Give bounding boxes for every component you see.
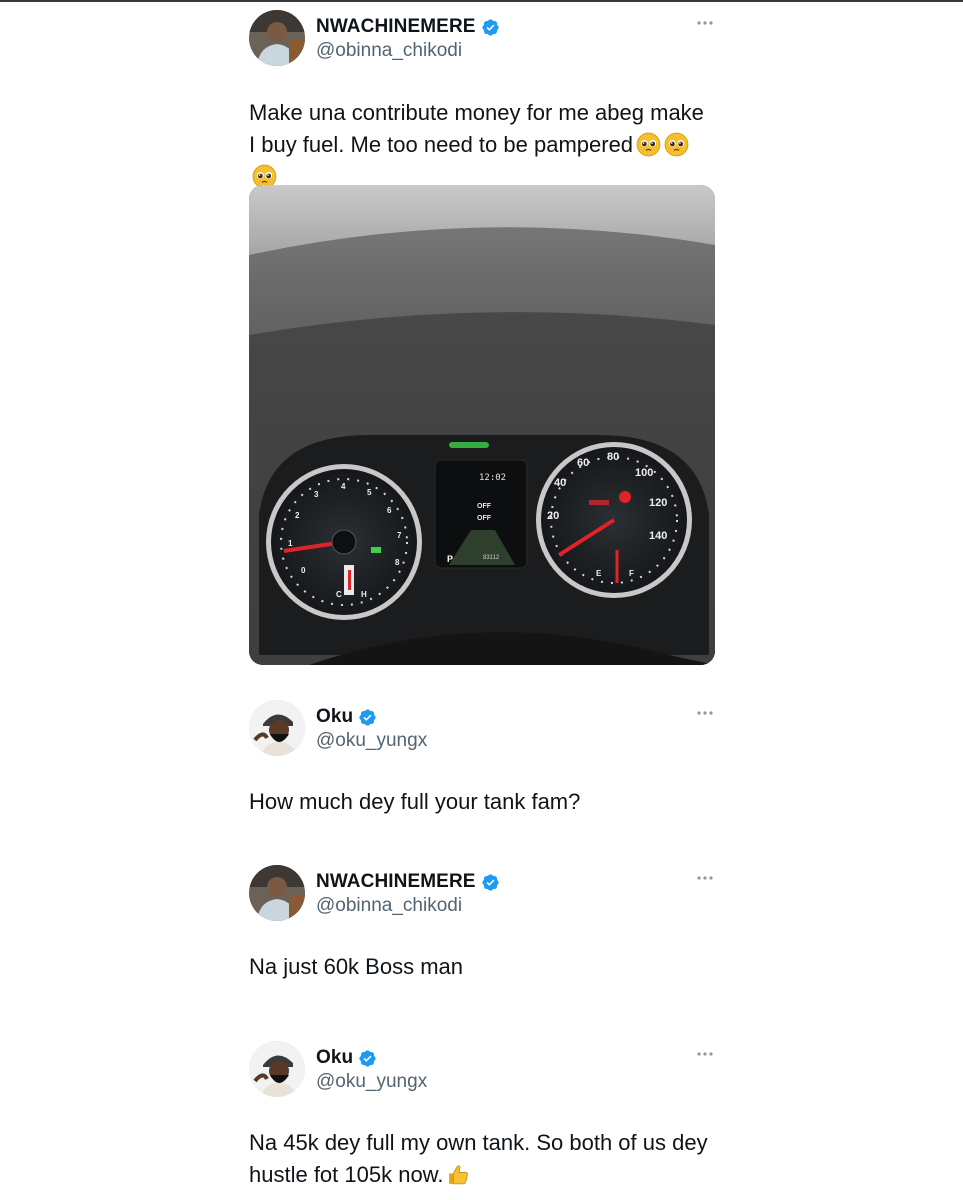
fuel-label: E bbox=[596, 569, 602, 578]
author-name[interactable]: Oku bbox=[316, 1047, 353, 1069]
status-line: OFF bbox=[477, 503, 491, 510]
author-handle[interactable]: @obinna_chikodi bbox=[316, 40, 462, 62]
temp-label: C bbox=[336, 590, 342, 599]
speed-label: 140 bbox=[649, 530, 668, 542]
author-name[interactable]: Oku bbox=[316, 706, 353, 728]
speed-label: 120 bbox=[649, 497, 668, 509]
speed-label: 80 bbox=[607, 451, 620, 463]
speed-label: 60 bbox=[577, 457, 590, 469]
odometer-readout: 83112 bbox=[483, 555, 500, 561]
avatar[interactable] bbox=[249, 865, 305, 921]
thumbs-up-icon bbox=[446, 1162, 471, 1187]
tach-label: 0 bbox=[301, 566, 306, 575]
tach-label: 2 bbox=[295, 511, 300, 520]
author-handle[interactable]: @oku_yungx bbox=[316, 730, 427, 752]
tach-label: 5 bbox=[367, 488, 372, 497]
pleading-face-icon bbox=[636, 132, 661, 157]
tach-label: 6 bbox=[387, 506, 392, 515]
verified-badge-icon bbox=[481, 18, 500, 37]
verified-badge-icon bbox=[481, 873, 500, 892]
avatar[interactable] bbox=[249, 700, 305, 756]
tweet-text: Make una contribute money for me abeg ma… bbox=[249, 97, 715, 193]
author-name[interactable]: NWACHINEMERE bbox=[316, 871, 476, 893]
author-handle[interactable]: @oku_yungx bbox=[316, 1071, 427, 1093]
temp-label: H bbox=[361, 590, 367, 599]
tach-label: 8 bbox=[395, 558, 400, 567]
tweet-text: How much dey full your tank fam? bbox=[249, 789, 581, 814]
tach-label: 3 bbox=[314, 490, 319, 499]
author-name[interactable]: NWACHINEMERE bbox=[316, 16, 476, 38]
tweet-text: Na just 60k Boss man bbox=[249, 954, 463, 979]
fuel-label: F bbox=[629, 569, 634, 578]
more-options-icon[interactable] bbox=[695, 1049, 715, 1059]
more-options-icon[interactable] bbox=[695, 873, 715, 883]
more-options-icon[interactable] bbox=[695, 708, 715, 718]
speedometer-gauge bbox=[536, 442, 692, 598]
top-divider bbox=[0, 0, 963, 2]
pleading-face-icon bbox=[664, 132, 689, 157]
tweet-4[interactable]: Oku @oku_yungx Na 45k dey full my own ta… bbox=[249, 1041, 715, 1191]
tweet-header: Oku @oku_yungx bbox=[249, 1041, 715, 1101]
status-line: OFF bbox=[477, 515, 491, 522]
avatar[interactable] bbox=[249, 10, 305, 66]
author-handle[interactable]: @obinna_chikodi bbox=[316, 895, 462, 917]
gear-indicator: P bbox=[447, 554, 454, 564]
tweet-header: NWACHINEMERE @obinna_chikodi bbox=[249, 10, 715, 70]
verified-badge-icon bbox=[358, 1049, 377, 1068]
verified-badge-icon bbox=[358, 708, 377, 727]
tach-label: 7 bbox=[397, 531, 402, 540]
tweet-3[interactable]: NWACHINEMERE @obinna_chikodi Na just 60k… bbox=[249, 865, 715, 983]
speed-label: 40 bbox=[554, 477, 567, 489]
more-options-icon[interactable] bbox=[695, 18, 715, 28]
speed-label: 100 bbox=[635, 467, 654, 479]
tweet-media-photo[interactable]: 12:02 OFF OFF P 83112 0 1 2 3 4 5 6 7 8 … bbox=[249, 185, 715, 665]
tweet-2[interactable]: Oku @oku_yungx How much dey full your ta… bbox=[249, 700, 715, 818]
tweet-1[interactable]: NWACHINEMERE @obinna_chikodi Make una co… bbox=[249, 10, 715, 193]
tweet-header: NWACHINEMERE @obinna_chikodi bbox=[249, 865, 715, 925]
tach-label: 4 bbox=[341, 482, 346, 491]
tach-label: 1 bbox=[288, 539, 293, 548]
speed-label: 20 bbox=[547, 510, 560, 522]
avatar[interactable] bbox=[249, 1041, 305, 1097]
tweet-text: Na 45k dey full my own tank. So both of … bbox=[249, 1130, 708, 1187]
clock-readout: 12:02 bbox=[479, 473, 507, 483]
tweet-header: Oku @oku_yungx bbox=[249, 700, 715, 760]
